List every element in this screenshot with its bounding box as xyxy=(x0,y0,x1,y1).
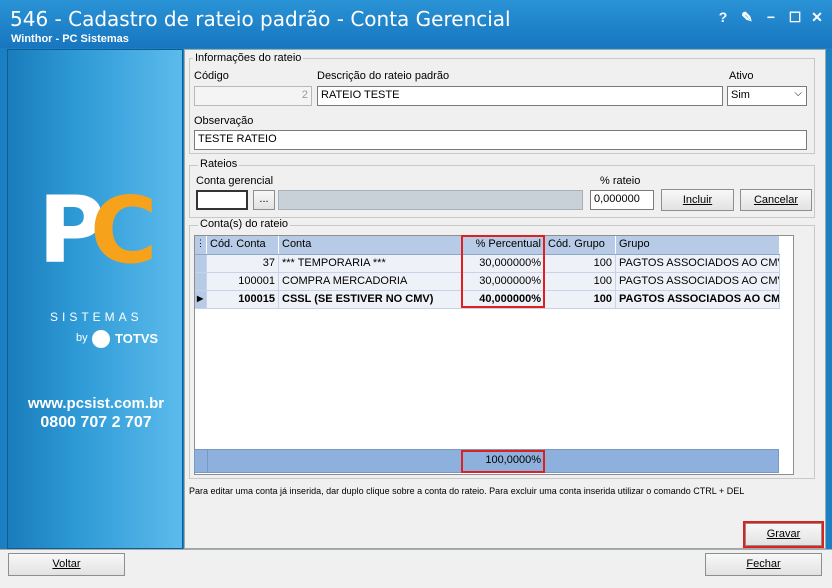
row-grupo: PAGTOS ASSOCIADOS AO CMV xyxy=(616,255,780,272)
grid-menu-icon[interactable]: ⋮ xyxy=(195,236,207,254)
close-icon[interactable]: ✕ xyxy=(808,8,826,26)
highlight-gravar xyxy=(743,521,824,548)
highlight-total xyxy=(461,450,545,473)
footer-divider xyxy=(207,450,208,472)
row-indicator xyxy=(195,255,207,272)
conta-gerencial-input[interactable] xyxy=(196,190,248,210)
edit-icon[interactable]: ✎ xyxy=(738,8,756,26)
col-conta[interactable]: Conta xyxy=(279,236,462,254)
voltar-button[interactable]: Voltar xyxy=(8,553,125,576)
obs-label: Observação xyxy=(194,115,254,127)
pct-rateio-input[interactable]: 0,000000 xyxy=(590,190,654,210)
highlight-percentual-column xyxy=(461,235,545,308)
row-indicator xyxy=(195,273,207,290)
obs-field[interactable]: TESTE RATEIO xyxy=(194,130,807,150)
voltar-label: Voltar xyxy=(52,558,81,570)
ativo-label: Ativo xyxy=(729,70,754,82)
codigo-field[interactable]: 2 xyxy=(194,86,312,106)
incluir-label: Incluir xyxy=(682,194,713,206)
row-grupo: PAGTOS ASSOCIADOS AO CMV xyxy=(616,273,780,290)
col-cod-conta[interactable]: Cód. Conta xyxy=(207,236,279,254)
row-grupo: PAGTOS ASSOCIADOS AO CM xyxy=(616,291,780,308)
cancelar-label: Cancelar xyxy=(753,194,799,206)
row-pointer-icon: ▶ xyxy=(195,291,207,308)
descricao-label: Descrição do rateio padrão xyxy=(317,70,450,82)
row-cod: 100015 xyxy=(207,291,279,308)
row-codgrupo: 100 xyxy=(545,291,616,308)
fechar-button[interactable]: Fechar xyxy=(705,553,822,576)
window-subtitle: Winthor - PC Sistemas xyxy=(11,33,129,45)
row-conta: CSSL (SE ESTIVER NO CMV) xyxy=(279,291,462,308)
help-text: Para editar uma conta já inserida, dar d… xyxy=(189,486,745,496)
chevron-down-icon[interactable]: ⌵ xyxy=(794,88,802,99)
ativo-select[interactable]: Sim ⌵ xyxy=(727,86,807,106)
rateios-group-title: Rateios xyxy=(198,158,240,170)
info-group-title: Informações do rateio xyxy=(193,52,304,64)
totvs-icon xyxy=(92,330,110,348)
pc-sistemas-logo: P C SISTEMAS by TOTVS xyxy=(38,185,178,355)
website-text: www.pcsist.com.br xyxy=(27,395,165,412)
help-icon[interactable]: ? xyxy=(714,8,732,26)
conta-gerencial-label: Conta gerencial xyxy=(196,175,274,187)
logo-letter-p: P xyxy=(38,177,106,284)
fechar-label: Fechar xyxy=(746,558,781,570)
conta-descricao-field xyxy=(278,190,583,210)
logo-by: by xyxy=(76,332,88,344)
sidebar-banner: P C SISTEMAS by TOTVS www.pcsist.com.br … xyxy=(7,49,183,549)
conta-lookup-button[interactable]: ... xyxy=(253,190,275,210)
logo-totvs: TOTVS xyxy=(115,331,159,346)
minimize-icon[interactable]: − xyxy=(762,8,780,26)
row-codgrupo: 100 xyxy=(545,255,616,272)
col-cod-grupo[interactable]: Cód. Grupo xyxy=(545,236,616,254)
row-conta: *** TEMPORARIA *** xyxy=(279,255,462,272)
incluir-button[interactable]: Incluir xyxy=(661,189,734,211)
descricao-field[interactable]: RATEIO TESTE xyxy=(317,86,723,106)
contas-group-title: Conta(s) do rateio xyxy=(198,218,291,230)
codigo-label: Código xyxy=(194,70,229,82)
window-title: 546 - Cadastro de rateio padrão - Conta … xyxy=(10,7,511,31)
logo-letter-c: C xyxy=(90,177,158,284)
col-grupo[interactable]: Grupo xyxy=(616,236,780,254)
ativo-value: Sim xyxy=(731,89,750,101)
row-conta: COMPRA MERCADORIA xyxy=(279,273,462,290)
row-cod: 37 xyxy=(207,255,279,272)
maximize-icon[interactable]: ☐ xyxy=(786,8,804,26)
phone-text: 0800 707 2 707 xyxy=(40,414,152,431)
pct-rateio-label: % rateio xyxy=(600,175,641,187)
cancelar-button[interactable]: Cancelar xyxy=(740,189,812,211)
row-cod: 100001 xyxy=(207,273,279,290)
logo-brand: SISTEMAS xyxy=(50,310,143,324)
row-codgrupo: 100 xyxy=(545,273,616,290)
